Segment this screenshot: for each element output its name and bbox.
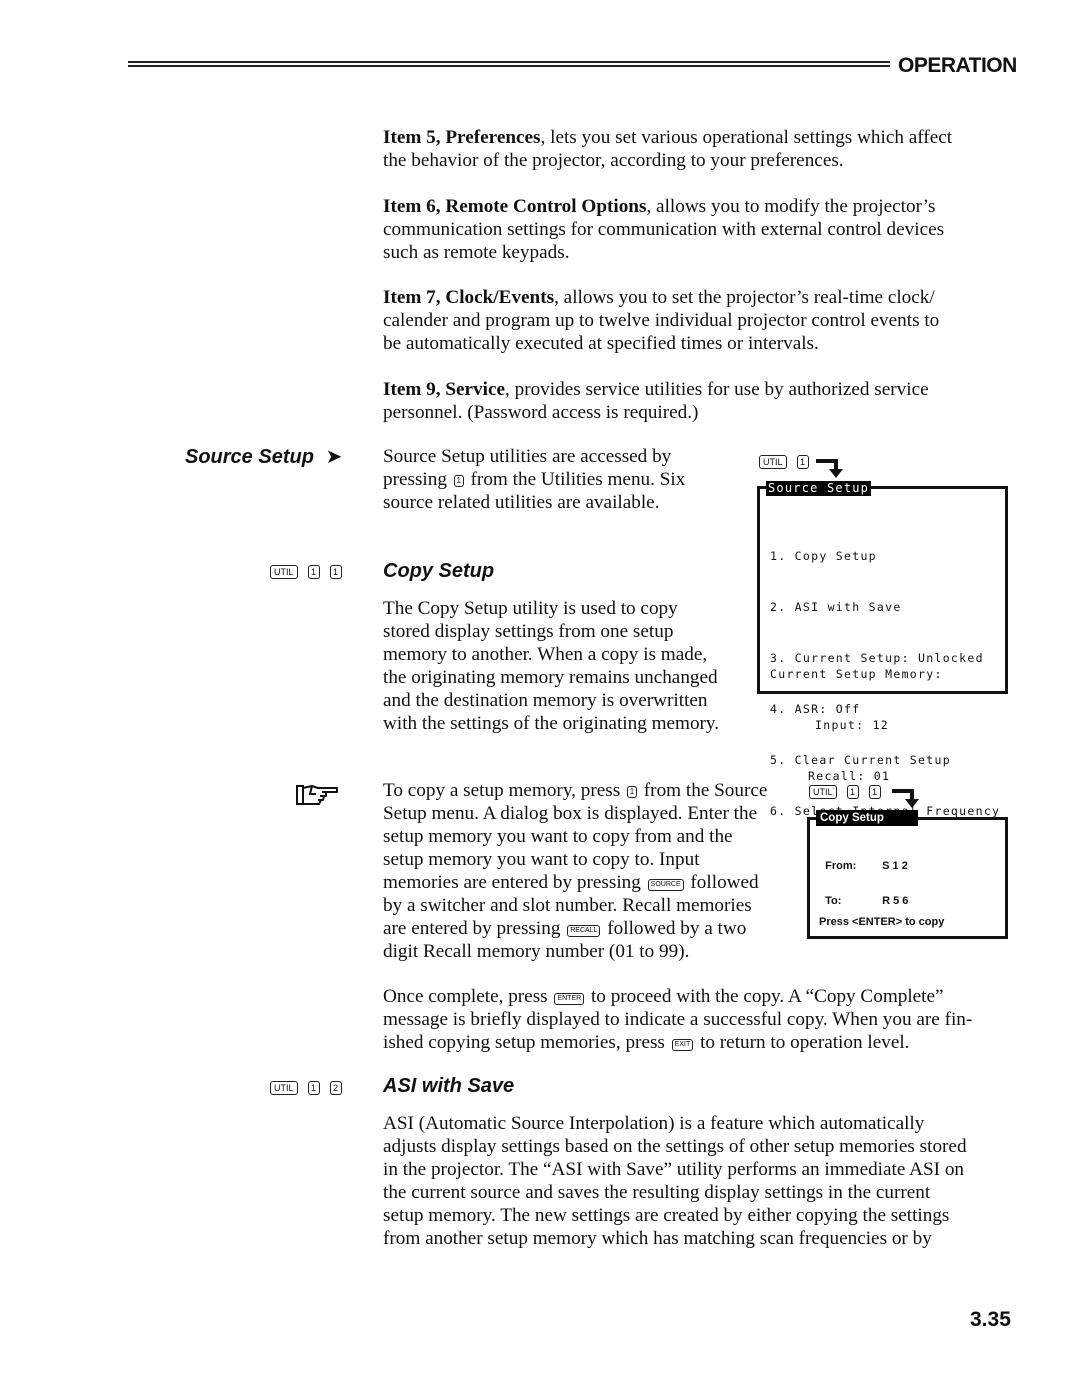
enter-key-icon: ENTER <box>554 993 585 1005</box>
copy-setup-paragraph: The Copy Setup utility is used to copy s… <box>383 598 720 734</box>
source-key-icon: SOURCE <box>647 879 684 891</box>
asi-key-sequence: UTIL 1 2 <box>268 1081 344 1095</box>
input-line: Input: 12 <box>815 718 890 732</box>
item-7-paragraph: Item 7, Clock/Events, allows you to set … <box>383 287 940 354</box>
key-1-icon: 1 <box>868 785 881 799</box>
current-memory-info: Current Setup Memory: Input: 12 Recall: … <box>770 632 943 802</box>
recall-key-icon: RECALL <box>567 925 601 937</box>
item-5-paragraph: Item 5, Preferences, lets you set variou… <box>383 127 953 171</box>
asi-paragraph: ASI (Automatic Source Interpolation) is … <box>383 1113 967 1249</box>
pointing-hand-icon <box>296 785 338 805</box>
from-value-field[interactable]: S 1 2 <box>882 860 908 872</box>
item-lead: Item 5, Preferences <box>383 127 541 148</box>
dialog-title: Copy Setup <box>816 810 918 826</box>
menu-item[interactable]: 1. Copy Setup <box>770 548 1000 565</box>
menu-key-sequence: UTIL 1 <box>757 455 811 469</box>
bent-arrow-icon <box>892 789 919 808</box>
item-9-paragraph: Item 9, Service, provides service utilit… <box>383 379 929 423</box>
to-row: To: R 5 6 <box>819 883 908 907</box>
copy-setup-heading: Copy Setup <box>383 560 495 582</box>
from-row: From: S 1 2 <box>819 848 908 872</box>
exit-key-icon: EXIT <box>671 1039 694 1051</box>
to-label: To: <box>825 895 842 907</box>
key-1-icon: 1 <box>796 455 809 469</box>
util-key-icon: UTIL <box>809 785 837 799</box>
key-1-icon: 1 <box>846 785 859 799</box>
page-number: 3.35 <box>970 1308 1011 1331</box>
recall-line: Recall: 01 <box>808 769 891 783</box>
copy-tip-paragraph: To copy a setup memory, press 1 from the… <box>383 780 768 962</box>
arrow-right-icon: ➤ <box>325 446 343 468</box>
dialog-prompt: Press <ENTER> to copy <box>819 916 945 928</box>
asi-with-save-heading: ASI with Save <box>383 1075 515 1097</box>
source-setup-side-heading: Source Setup ➤ <box>185 446 343 468</box>
bent-arrow-icon <box>816 459 843 478</box>
item-lead: Item 9, Service <box>383 379 506 400</box>
memory-label: Current Setup Memory: <box>770 667 943 681</box>
key-1-icon: 1 <box>329 565 342 579</box>
menu-screen-title: Source Setup <box>766 481 872 496</box>
key-2-icon: 2 <box>329 1081 342 1095</box>
source-setup-paragraph: Source Setup utilities are accessed by p… <box>383 446 686 513</box>
header-rule <box>128 61 890 67</box>
item-lead: Item 6, Remote Control Options <box>383 196 647 217</box>
copy-complete-paragraph: Once complete, press ENTER to proceed wi… <box>383 986 973 1053</box>
menu-item[interactable]: 2. ASI with Save <box>770 599 1000 616</box>
util-key-icon: UTIL <box>270 565 298 579</box>
key-1-icon: 1 <box>307 565 320 579</box>
dialog-key-sequence: UTIL 1 1 <box>807 785 883 799</box>
from-label: From: <box>825 860 857 872</box>
copy-setup-key-sequence: UTIL 1 1 <box>268 565 344 579</box>
key-1-icon: 1 <box>627 786 637 798</box>
key-1-icon: 1 <box>453 475 464 487</box>
key-1-icon: 1 <box>307 1081 320 1095</box>
to-value-field[interactable]: R 5 6 <box>882 895 908 907</box>
util-key-icon: UTIL <box>270 1081 298 1095</box>
item-lead: Item 7, Clock/Events <box>383 287 555 308</box>
util-key-icon: UTIL <box>759 455 787 469</box>
item-6-paragraph: Item 6, Remote Control Options, allows y… <box>383 196 945 263</box>
section-title: OPERATION <box>898 54 1017 77</box>
